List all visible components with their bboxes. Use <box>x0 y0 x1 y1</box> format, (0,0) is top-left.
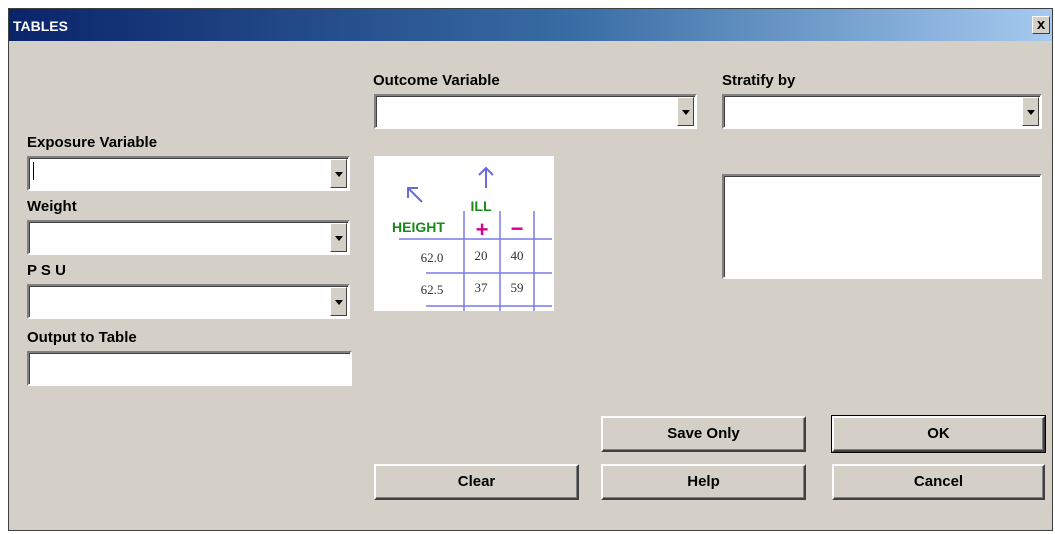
cell-r1-c2: 40 <box>511 248 524 263</box>
chevron-down-icon[interactable] <box>330 223 347 252</box>
cell-r1-c1: 20 <box>475 248 488 263</box>
column-variable-label: ILL <box>471 198 492 214</box>
psu-dropdown[interactable] <box>27 284 350 319</box>
save-only-button[interactable]: Save Only <box>601 416 806 452</box>
chevron-down-icon[interactable] <box>677 97 694 126</box>
column-header-minus: − <box>511 216 524 241</box>
cell-r2-c2: 59 <box>511 280 524 295</box>
row-label-1: 62.0 <box>421 250 444 265</box>
psu-label: P S U <box>27 262 66 279</box>
output-to-table-input[interactable] <box>27 351 352 386</box>
close-icon: x <box>1036 16 1046 33</box>
outcome-variable-dropdown[interactable] <box>374 94 697 129</box>
row-variable-label: HEIGHT <box>392 219 445 235</box>
stratify-list-box[interactable] <box>722 174 1042 279</box>
weight-dropdown[interactable] <box>27 220 350 255</box>
ok-button[interactable]: OK <box>831 415 1046 453</box>
text-cursor <box>33 162 34 180</box>
window-title: TABLES <box>13 18 68 34</box>
output-to-table-label: Output to Table <box>27 329 137 346</box>
chevron-down-icon[interactable] <box>330 159 347 188</box>
table-illustration: ILL HEIGHT + − 62.0 20 40 62.5 37 59 <box>374 156 554 311</box>
exposure-variable-label: Exposure Variable <box>27 134 158 151</box>
close-button[interactable]: x <box>1032 16 1050 34</box>
cell-r2-c1: 37 <box>475 280 489 295</box>
cancel-button[interactable]: Cancel <box>832 464 1045 500</box>
exposure-variable-dropdown[interactable] <box>27 156 350 191</box>
chevron-down-icon[interactable] <box>330 287 347 316</box>
help-button[interactable]: Help <box>601 464 806 500</box>
stratify-by-dropdown[interactable] <box>722 94 1042 129</box>
title-bar: TABLES x <box>9 9 1052 41</box>
crosstab-illustration-svg: ILL HEIGHT + − 62.0 20 40 62.5 37 59 <box>392 166 552 311</box>
arrow-up-left-icon <box>407 187 423 203</box>
arrow-up-icon <box>478 166 494 188</box>
tables-dialog: TABLES x Outcome Variable Stratify by Ex… <box>8 8 1053 531</box>
stratify-by-label: Stratify by <box>722 72 796 89</box>
weight-label: Weight <box>27 198 77 215</box>
chevron-down-icon[interactable] <box>1022 97 1039 126</box>
column-header-plus: + <box>476 217 489 242</box>
outcome-variable-label: Outcome Variable <box>373 72 500 89</box>
clear-button[interactable]: Clear <box>374 464 579 500</box>
row-label-2: 62.5 <box>421 282 444 297</box>
